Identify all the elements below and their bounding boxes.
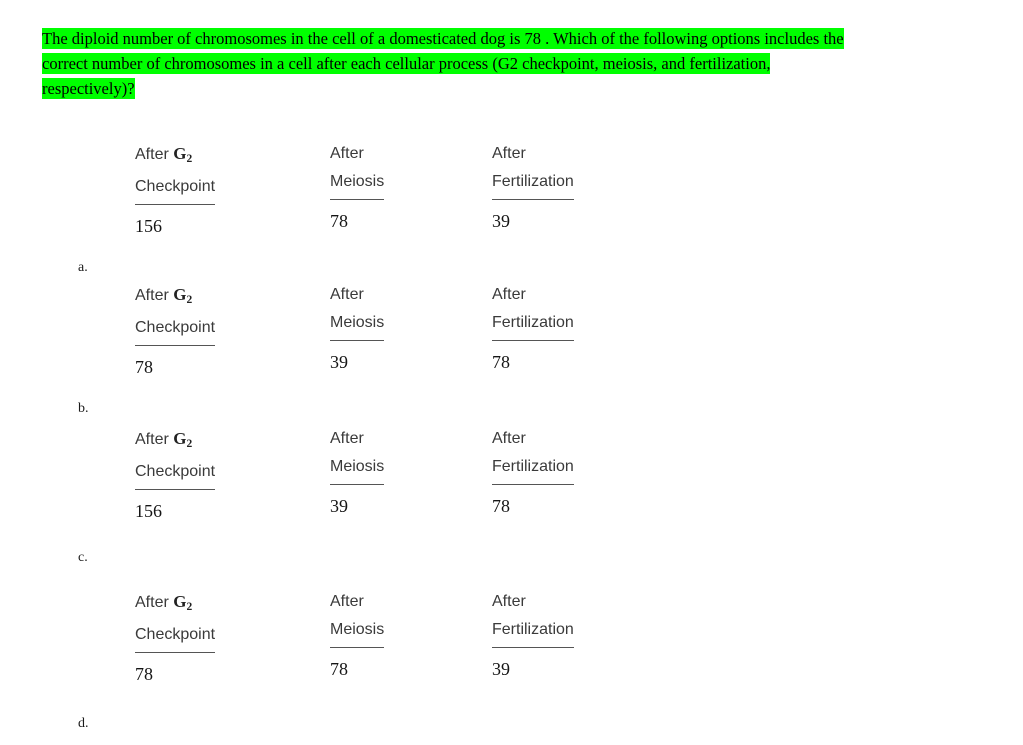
option-b-value-g2-checkpoint: 78 bbox=[135, 357, 153, 378]
option-a-col3-header-line2: Fertilization bbox=[492, 168, 574, 200]
option-a-col3-header-line1: After bbox=[492, 145, 526, 162]
option-c-column-meiosis: After Meiosis 39 bbox=[330, 425, 385, 517]
g2-label: G2 bbox=[173, 144, 193, 166]
g2-label: G2 bbox=[173, 592, 193, 614]
option-a-col1-header-line1: After G2 bbox=[135, 144, 193, 166]
option-d-col3-header-line1: After bbox=[492, 593, 526, 610]
option-b-column-g2-checkpoint: After G2 Checkpoint 78 bbox=[135, 281, 216, 378]
option-a-column-fertilization: After Fertilization 39 bbox=[492, 140, 574, 232]
option-c-col2-header-line1: After bbox=[330, 430, 364, 447]
option-c-value-meiosis: 39 bbox=[330, 496, 348, 516]
answer-option-a[interactable]: After G2 Checkpoint 156 After Meiosis 78… bbox=[0, 140, 700, 280]
option-c-value-g2-checkpoint: 156 bbox=[135, 501, 162, 522]
option-d-col1-header-line1: After G2 bbox=[135, 592, 193, 614]
option-b-col3-header-line2: Fertilization bbox=[492, 309, 574, 341]
option-c-value-fertilization: 78 bbox=[492, 496, 510, 516]
answer-option-b[interactable]: After G2 Checkpoint 78 After Meiosis 39 … bbox=[0, 281, 700, 421]
question-line-2: correct number of chromosomes in a cell … bbox=[42, 51, 1017, 76]
option-a-value-fertilization: 39 bbox=[492, 211, 510, 231]
option-c-col3-header-line1: After bbox=[492, 430, 526, 447]
option-b-value-meiosis: 39 bbox=[330, 352, 348, 372]
option-a-value-meiosis: 78 bbox=[330, 211, 348, 231]
option-b-column-meiosis: After Meiosis 39 bbox=[330, 281, 385, 373]
option-d-column-meiosis: After Meiosis 78 bbox=[330, 588, 385, 680]
option-c-column-fertilization: After Fertilization 78 bbox=[492, 425, 574, 517]
option-d-letter[interactable]: d. bbox=[78, 716, 89, 732]
option-b-col2-header-line1: After bbox=[330, 286, 364, 303]
option-d-value-fertilization: 39 bbox=[492, 659, 510, 679]
option-d-value-meiosis: 78 bbox=[330, 659, 348, 679]
option-a-column-g2-checkpoint: After G2 Checkpoint 156 bbox=[135, 140, 216, 237]
option-a-letter[interactable]: a. bbox=[78, 260, 88, 276]
question-line-2-text: correct number of chromosomes in a cell … bbox=[42, 53, 771, 74]
option-a-col2-header-line1: After bbox=[330, 145, 364, 162]
question-prompt: The diploid number of chromosomes in the… bbox=[42, 26, 1017, 101]
option-d-col1-header-line2: Checkpoint bbox=[135, 621, 216, 654]
option-c-col1-header-line2: Checkpoint bbox=[135, 458, 216, 491]
g2-label: G2 bbox=[173, 285, 193, 307]
g2-label: G2 bbox=[173, 429, 193, 451]
option-c-column-g2-checkpoint: After G2 Checkpoint 156 bbox=[135, 425, 216, 522]
option-b-col1-header-line1: After G2 bbox=[135, 285, 193, 307]
option-b-col1-header-line2: Checkpoint bbox=[135, 314, 216, 347]
option-a-col1-header-line2: Checkpoint bbox=[135, 173, 216, 206]
option-b-value-fertilization: 78 bbox=[492, 352, 510, 372]
option-b-column-fertilization: After Fertilization 78 bbox=[492, 281, 574, 373]
question-line-1: The diploid number of chromosomes in the… bbox=[42, 26, 1017, 51]
question-line-1-text: The diploid number of chromosomes in the… bbox=[42, 28, 844, 49]
option-c-col2-header-line2: Meiosis bbox=[330, 453, 385, 485]
question-line-3-text: respectively)? bbox=[42, 78, 135, 99]
option-c-col1-header-line1: After G2 bbox=[135, 429, 193, 451]
option-a-column-meiosis: After Meiosis 78 bbox=[330, 140, 385, 232]
option-b-letter[interactable]: b. bbox=[78, 401, 89, 417]
answer-option-c[interactable]: After G2 Checkpoint 156 After Meiosis 39… bbox=[0, 425, 700, 565]
option-b-col2-header-line2: Meiosis bbox=[330, 309, 385, 341]
option-d-col2-header-line2: Meiosis bbox=[330, 616, 385, 648]
option-d-col3-header-line2: Fertilization bbox=[492, 616, 574, 648]
option-c-col3-header-line2: Fertilization bbox=[492, 453, 574, 485]
option-d-column-fertilization: After Fertilization 39 bbox=[492, 588, 574, 680]
question-line-3: respectively)? bbox=[42, 76, 1017, 101]
option-a-col2-header-line2: Meiosis bbox=[330, 168, 385, 200]
option-a-value-g2-checkpoint: 156 bbox=[135, 216, 162, 237]
option-d-col2-header-line1: After bbox=[330, 593, 364, 610]
answer-option-d[interactable]: After G2 Checkpoint 78 After Meiosis 78 … bbox=[0, 588, 700, 731]
option-b-col3-header-line1: After bbox=[492, 286, 526, 303]
option-d-value-g2-checkpoint: 78 bbox=[135, 664, 153, 685]
option-d-column-g2-checkpoint: After G2 Checkpoint 78 bbox=[135, 588, 216, 685]
option-c-letter[interactable]: c. bbox=[78, 550, 88, 566]
